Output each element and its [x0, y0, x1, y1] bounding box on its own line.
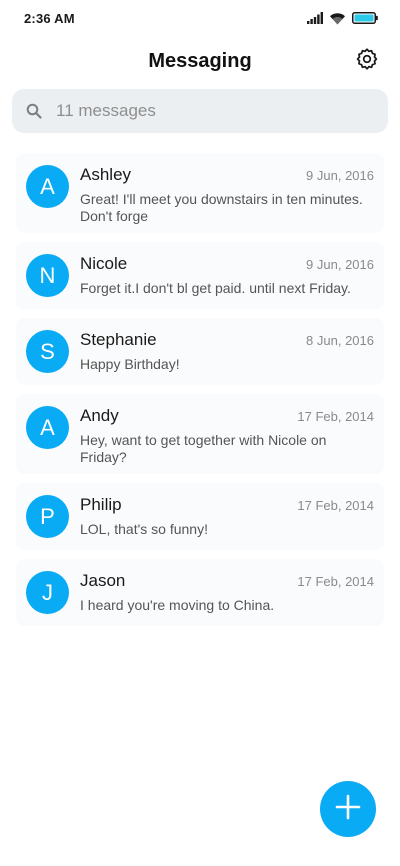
settings-button[interactable] [354, 47, 380, 75]
avatar-initial: N [39, 262, 56, 288]
message-item[interactable]: N Nicole 9 Jun, 2016 Forget it.I don't b… [16, 242, 384, 309]
message-date: 17 Feb, 2014 [297, 574, 374, 589]
message-date: 9 Jun, 2016 [306, 257, 374, 272]
search-input[interactable] [54, 100, 358, 122]
message-preview: I heard you're moving to China. [80, 597, 275, 613]
message-header: Nicole 9 Jun, 2016 [80, 254, 374, 274]
contact-name: Ashley [80, 165, 132, 184]
message-item[interactable]: A Andy 17 Feb, 2014 Hey, want to get tog… [16, 394, 384, 474]
wifi-icon [329, 12, 346, 25]
message-body: Ashley 9 Jun, 2016 Great! I'll meet you … [80, 165, 374, 225]
message-preview: LOL, that's so funny! [80, 521, 208, 537]
status-time: 2:36 AM [24, 10, 75, 26]
contact-name: Nicole [80, 254, 128, 273]
status-icons [307, 12, 378, 25]
message-preview: Forget it.I don't bl get paid. until nex… [80, 280, 351, 296]
contact-name: Philip [80, 495, 122, 514]
avatar: A [26, 165, 69, 208]
avatar: P [26, 495, 69, 538]
contact-name: Jason [80, 571, 126, 590]
avatar-initial: A [40, 173, 55, 199]
avatar: A [26, 406, 69, 449]
status-bar: 2:36 AM [0, 0, 400, 36]
signal-icon [307, 12, 323, 24]
avatar: N [26, 254, 69, 297]
contact-name: Stephanie [80, 330, 157, 349]
message-item[interactable]: P Philip 17 Feb, 2014 LOL, that's so fun… [16, 483, 384, 550]
message-item[interactable]: S Stephanie 8 Jun, 2016 Happy Birthday! [16, 318, 384, 385]
message-date: 8 Jun, 2016 [306, 333, 374, 348]
message-preview: Happy Birthday! [80, 356, 180, 372]
gear-icon [356, 47, 378, 75]
message-date: 17 Feb, 2014 [297, 409, 374, 424]
message-body: Philip 17 Feb, 2014 LOL, that's so funny… [80, 495, 374, 538]
contact-name: Andy [80, 406, 119, 425]
message-body: Jason 17 Feb, 2014 I heard you're moving… [80, 571, 374, 614]
message-body: Andy 17 Feb, 2014 Hey, want to get toget… [80, 406, 374, 466]
message-preview: Hey, want to get together with Nicole on… [80, 432, 327, 465]
avatar: S [26, 330, 69, 373]
new-message-button[interactable] [320, 781, 376, 837]
message-header: Jason 17 Feb, 2014 [80, 571, 374, 591]
page-title: Messaging [148, 49, 252, 72]
plus-icon [334, 793, 362, 826]
message-header: Stephanie 8 Jun, 2016 [80, 330, 374, 350]
messaging-screen: 2:36 AM Messaging 11 messages A Ashley 9… [0, 0, 400, 866]
battery-level [354, 14, 374, 22]
message-header: Andy 17 Feb, 2014 [80, 406, 374, 426]
message-list: A Ashley 9 Jun, 2016 Great! I'll meet yo… [16, 153, 384, 635]
message-header: Philip 17 Feb, 2014 [80, 495, 374, 515]
battery-icon [352, 12, 378, 24]
message-item[interactable]: J Jason 17 Feb, 2014 I heard you're movi… [16, 559, 384, 626]
avatar: J [26, 571, 69, 614]
app-header: Messaging [0, 40, 400, 82]
message-preview: Great! I'll meet you downstairs in ten m… [80, 191, 363, 224]
avatar-initial: J [42, 579, 53, 605]
message-date: 9 Jun, 2016 [306, 168, 374, 183]
message-header: Ashley 9 Jun, 2016 [80, 165, 374, 185]
message-item[interactable]: A Ashley 9 Jun, 2016 Great! I'll meet yo… [16, 153, 384, 233]
message-date: 17 Feb, 2014 [297, 498, 374, 513]
search-icon [26, 103, 42, 119]
avatar-initial: A [40, 414, 55, 440]
search-bar[interactable] [12, 89, 388, 133]
avatar-initial: P [40, 503, 55, 529]
avatar-initial: S [40, 338, 55, 364]
message-body: Stephanie 8 Jun, 2016 Happy Birthday! [80, 330, 374, 373]
message-body: Nicole 9 Jun, 2016 Forget it.I don't bl … [80, 254, 374, 297]
